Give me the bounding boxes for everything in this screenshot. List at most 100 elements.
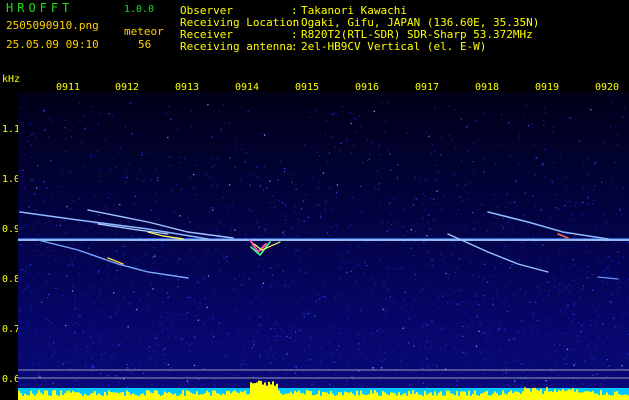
noise-dot (286, 352, 288, 354)
noise-dot (603, 213, 606, 215)
noise-dot (118, 344, 120, 346)
noise-dot (66, 205, 68, 208)
noise-dot (304, 143, 306, 145)
noise-dot (285, 368, 287, 370)
level-bar (44, 390, 46, 400)
noise-dot (412, 370, 414, 372)
noise-dot (113, 292, 115, 294)
noise-dot (532, 195, 534, 197)
noise-dot (610, 126, 612, 128)
noise-dot (358, 245, 360, 247)
noise-dot (287, 344, 289, 346)
app-title: HROFFT (6, 1, 74, 15)
noise-dot (275, 191, 277, 193)
noise-dot (582, 383, 584, 385)
noise-dot (618, 286, 620, 288)
noise-dot (29, 264, 31, 266)
noise-dot (104, 352, 106, 354)
noise-dot (480, 352, 482, 354)
noise-dot (79, 221, 81, 223)
noise-dot (143, 180, 145, 182)
noise-dot (79, 102, 81, 105)
noise-dot (82, 165, 85, 167)
noise-dot (406, 132, 408, 134)
noise-dot (49, 220, 51, 222)
level-bar (380, 395, 382, 400)
noise-dot (551, 335, 553, 337)
capture-datetime: 25.05.09 09:10 (6, 38, 99, 51)
noise-dot (189, 349, 191, 351)
noise-dot (387, 149, 389, 151)
noise-dot (318, 203, 320, 205)
noise-dot (251, 210, 253, 212)
noise-dot (111, 114, 114, 116)
noise-dot (255, 166, 258, 168)
level-bar (368, 394, 370, 400)
noise-dot (331, 311, 333, 313)
level-bar (334, 395, 336, 400)
level-bar (226, 391, 228, 400)
noise-dot (119, 146, 121, 149)
noise-dot (148, 375, 151, 377)
level-bar (538, 390, 540, 400)
level-bar (216, 393, 218, 400)
noise-dot (428, 222, 430, 225)
noise-dot (213, 290, 215, 292)
noise-dot (263, 165, 266, 167)
noise-dot (545, 112, 547, 114)
noise-dot (197, 319, 199, 321)
noise-dot (479, 204, 481, 206)
noise-dot (239, 178, 241, 180)
noise-dot (482, 279, 485, 281)
level-bar (364, 394, 366, 400)
level-bar (276, 383, 278, 400)
noise-dot (428, 135, 430, 137)
noise-dot (559, 283, 561, 285)
noise-dot (555, 365, 557, 367)
noise-dot (139, 299, 141, 301)
noise-dot (616, 290, 618, 292)
noise-dot (192, 187, 194, 189)
noise-dot (76, 346, 78, 348)
noise-dot (614, 326, 616, 328)
noise-dot (77, 335, 79, 338)
noise-dot (489, 317, 492, 320)
noise-dot (196, 164, 198, 166)
noise-dot (625, 312, 627, 314)
noise-dot (26, 265, 28, 268)
noise-dot (153, 262, 155, 264)
noise-dot (533, 143, 535, 146)
noise-dot (300, 208, 303, 210)
noise-dot (557, 288, 559, 290)
noise-dot (596, 324, 598, 326)
noise-dot (339, 332, 341, 334)
level-bar (52, 390, 54, 400)
noise-dot (216, 185, 218, 187)
noise-dot (392, 301, 394, 303)
noise-dot (564, 287, 566, 289)
level-bar (384, 392, 386, 400)
noise-dot (553, 161, 555, 163)
noise-dot (350, 152, 352, 154)
noise-dot (483, 295, 485, 297)
level-bar (206, 390, 208, 400)
noise-dot (107, 196, 109, 198)
noise-dot (67, 264, 70, 267)
noise-dot (427, 366, 429, 368)
noise-dot (585, 246, 587, 248)
noise-dot (338, 150, 340, 152)
noise-dot (396, 178, 399, 180)
level-bar (466, 395, 468, 400)
level-bar (28, 395, 30, 400)
noise-dot (550, 368, 552, 370)
level-bar (362, 394, 364, 400)
noise-dot (123, 378, 125, 380)
level-bar (358, 395, 360, 400)
level-bar (140, 394, 142, 400)
noise-dot (508, 122, 510, 124)
noise-dot (467, 151, 469, 153)
noise-dot (198, 307, 200, 309)
level-bar (600, 390, 602, 400)
noise-dot (573, 349, 575, 351)
level-bar (336, 395, 338, 400)
